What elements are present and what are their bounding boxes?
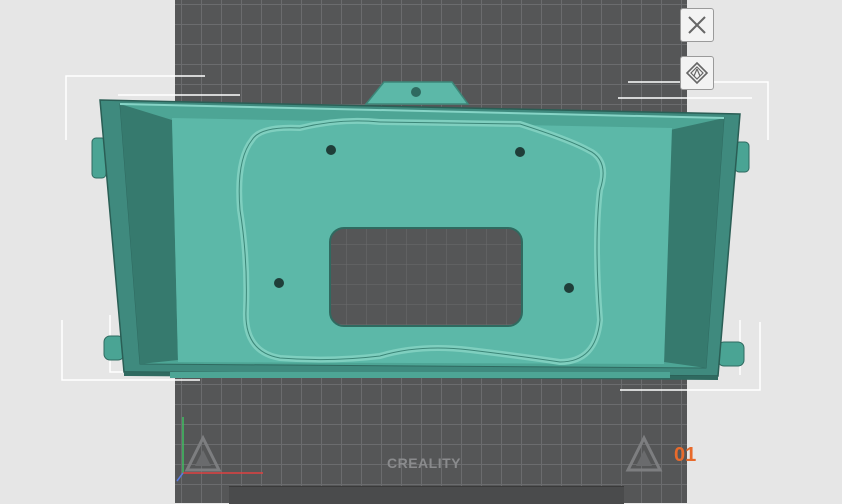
3d-model-part[interactable] xyxy=(0,0,842,503)
auto-arrange-icon xyxy=(685,61,709,85)
auto-orient-button[interactable] xyxy=(680,56,714,90)
close-icon xyxy=(688,16,706,34)
3d-viewport[interactable]: CREALITY 01 xyxy=(0,0,842,504)
close-view-button[interactable] xyxy=(680,8,714,42)
